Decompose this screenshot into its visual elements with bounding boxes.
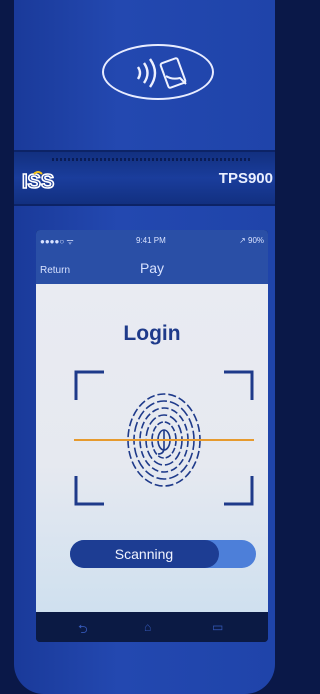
brand-logo: ISS (21, 170, 55, 192)
recent-apps-softkey-icon[interactable]: ▭ (212, 620, 223, 634)
scanning-label: Scanning (114, 546, 174, 562)
model-label: TPS900 (218, 170, 273, 187)
back-softkey-icon[interactable]: ⮌ (78, 620, 88, 641)
speaker-grille (52, 158, 252, 161)
android-nav-bar: ⮌ ⌂ ▭ (36, 612, 268, 642)
contactless-reader (102, 44, 214, 100)
clock: 9:41 PM (136, 236, 166, 245)
home-softkey-icon[interactable]: ⌂ (144, 620, 151, 634)
battery-indicator: ↗ 90% (239, 236, 264, 245)
login-panel: Login Scanning (36, 284, 268, 612)
login-heading: Login (123, 322, 181, 345)
screen: ●●●●○ ᯤ 9:41 PM ↗ 90% Return Pay Login S… (36, 230, 268, 642)
svg-text:ISS: ISS (22, 171, 54, 192)
pos-terminal: ISS TPS900 ●●●●○ ᯤ 9:41 PM ↗ 90% Return … (14, 0, 275, 694)
scanning-button[interactable]: Scanning (70, 540, 256, 568)
page-title: Pay (139, 260, 165, 276)
status-bar: ●●●●○ ᯤ 9:41 PM ↗ 90% (36, 230, 268, 252)
signal-indicator: ●●●●○ ᯤ (40, 237, 74, 246)
fingerprint-scanner[interactable] (74, 368, 254, 508)
nav-bar: Return Pay (36, 252, 268, 284)
brand-band: ISS TPS900 (14, 150, 275, 206)
contactless-payment-icon (136, 57, 187, 89)
